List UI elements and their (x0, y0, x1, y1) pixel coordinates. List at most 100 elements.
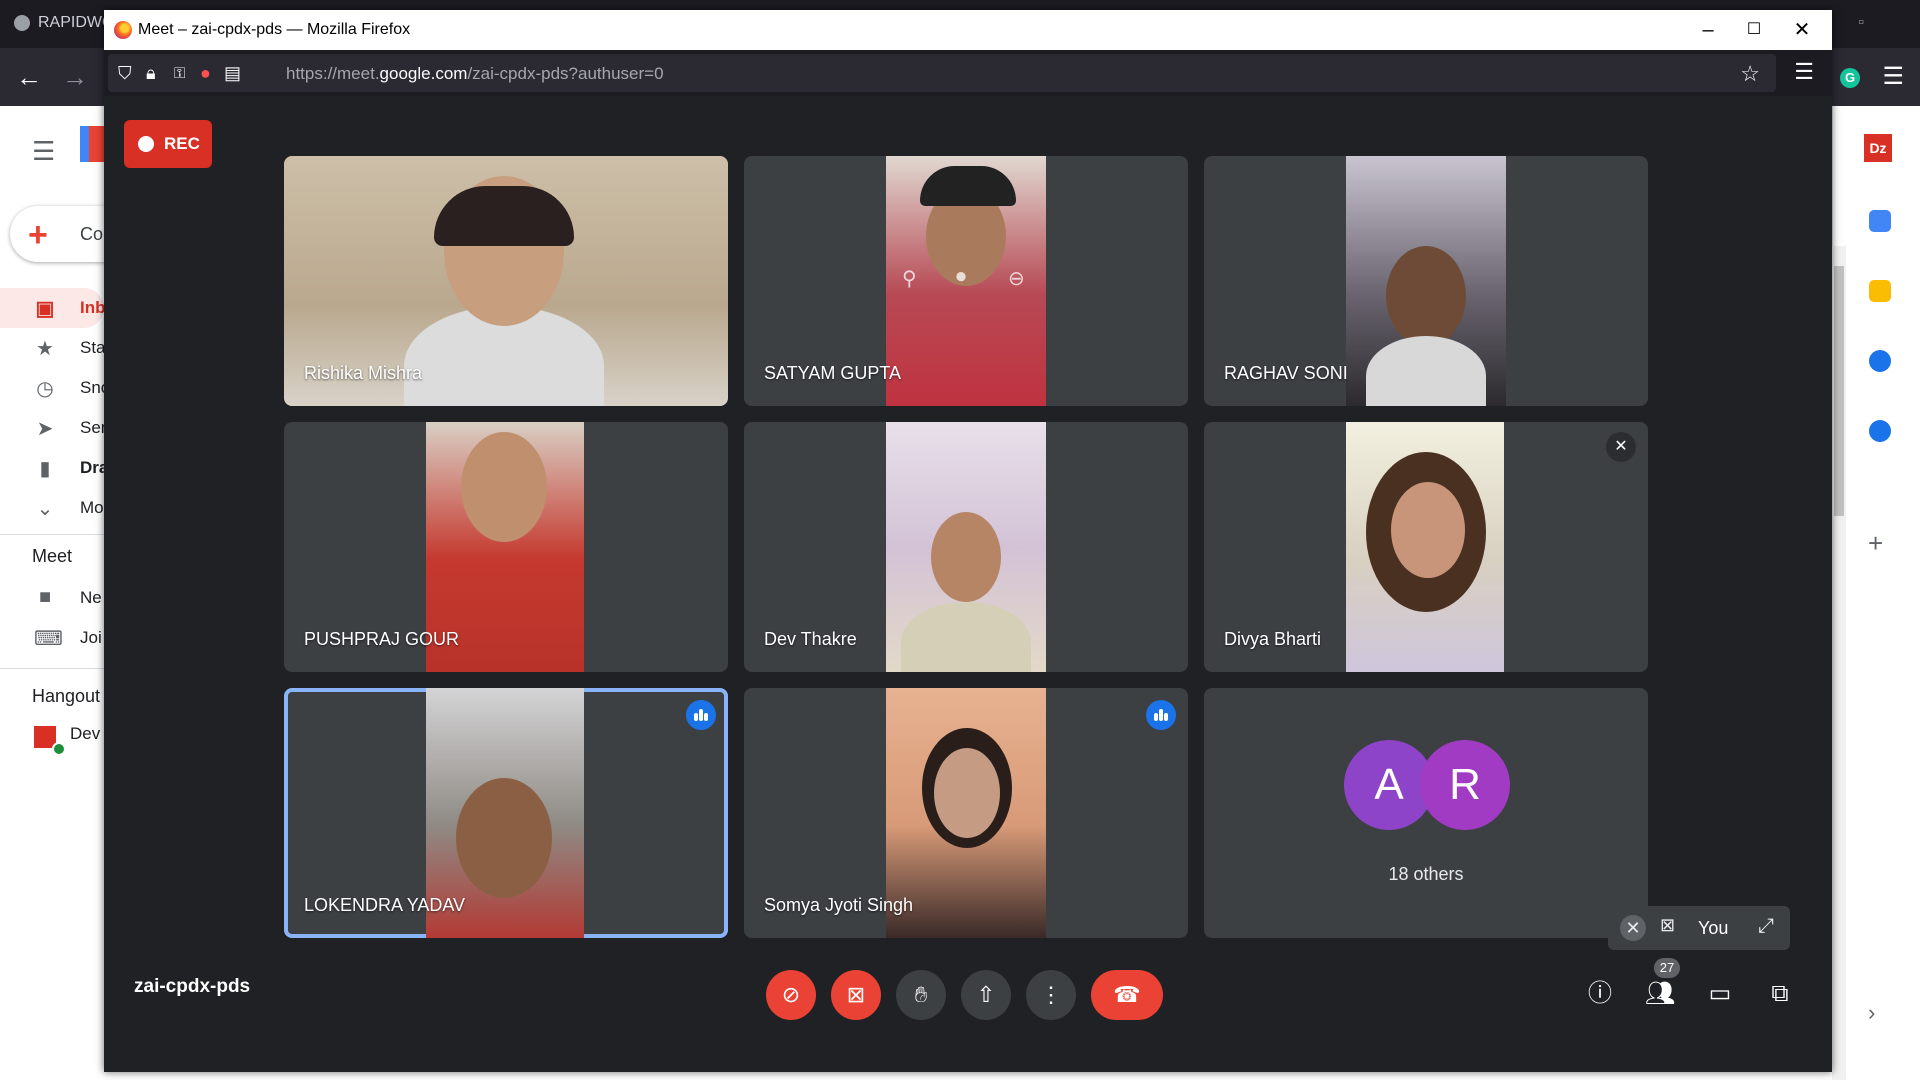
permissions-icon[interactable]: ⚿ (174, 65, 185, 82)
lock-icon[interactable]: 🔒︎ (146, 63, 156, 84)
participant-cap (920, 166, 1016, 206)
camera-off-icon[interactable]: ⊠ (831, 970, 881, 1020)
muted-mic-icon: ✕ (1606, 432, 1636, 462)
background-window-title: RAPIDWO (14, 14, 114, 32)
participant-name: SATYAM GUPTA (764, 363, 902, 383)
pin-icon[interactable]: ⚲ (902, 266, 917, 291)
window-title: Meet – zai-cpdx-pds — Mozilla Firefox (138, 21, 411, 38)
forward-arrow-icon[interactable]: → (62, 62, 88, 93)
sidebar-item-label: Ne (80, 588, 102, 607)
chevron-right-icon[interactable]: › (1868, 1000, 1875, 1026)
sidebar-item-snoozed[interactable]: ◷ Sno (0, 368, 104, 408)
sidebar-item-more[interactable]: ⌄ Mo (0, 488, 104, 528)
grammarly-extension-icon[interactable]: G (1840, 68, 1860, 88)
hamburger-menu-icon[interactable]: ☰ (1882, 62, 1904, 91)
participant-tile[interactable]: Somya Jyoti Singh (744, 688, 1188, 938)
sidebar-item-sent[interactable]: ➤ Sen (0, 408, 104, 448)
sidebar-item-drafts[interactable]: ▮ Dra (0, 448, 104, 488)
participant-tile[interactable]: ⚲ ⏺ ⊖ SATYAM GUPTA (744, 156, 1188, 406)
participant-video (1346, 422, 1504, 672)
self-view[interactable]: ✕ ⊠ You ⤢ (1608, 906, 1790, 950)
mic-off-icon[interactable]: ⊘ (766, 970, 816, 1020)
calendar-icon[interactable] (1869, 210, 1891, 232)
participant-tile[interactable]: Dev Thakre (744, 422, 1188, 672)
app-menu-icon[interactable]: ☰ (1794, 59, 1814, 85)
background-window-title-text: RAPIDWO (38, 14, 115, 31)
participant-body (901, 602, 1031, 672)
chevron-down-icon: ⌄ (36, 498, 54, 520)
participant-name: PUSHPRAJ GOUR (304, 629, 460, 649)
microphone-icon[interactable]: ● (200, 63, 211, 84)
mute-participant-icon[interactable]: ⏺ (956, 266, 966, 289)
meeting-code: zai-cpdx-pds (134, 976, 251, 997)
account-avatar[interactable]: Dz (1864, 134, 1892, 162)
meet-new-meeting[interactable]: ■ Ne (0, 578, 104, 618)
more-options-icon[interactable]: ⋮ (1026, 970, 1076, 1020)
others-tile[interactable]: A R 18 others (1204, 688, 1648, 938)
sidebar-item-label: Sen (80, 418, 104, 437)
participant-head (456, 778, 552, 898)
close-icon[interactable]: ✕ (1782, 16, 1822, 44)
activities-icon[interactable]: ⧉ (1760, 974, 1800, 1014)
info-icon[interactable]: ⓘ (1580, 974, 1620, 1014)
keep-icon[interactable] (1869, 280, 1891, 302)
raise-hand-icon[interactable]: ✋︎ (896, 970, 946, 1020)
participant-tile[interactable]: RAGHAV SONI (1204, 156, 1648, 406)
reader-view-icon[interactable]: ▤ (224, 63, 241, 84)
participant-body (1366, 336, 1486, 406)
scrollbar-thumb[interactable] (1834, 266, 1844, 516)
participant-tile[interactable]: PUSHPRAJ GOUR (284, 422, 728, 672)
people-icon[interactable]: 👥︎ (1640, 974, 1680, 1014)
scrollbar[interactable] (1832, 246, 1846, 1080)
firefox-logo-icon (114, 21, 132, 39)
expand-icon[interactable]: ⤢ (1758, 915, 1774, 938)
mic-off-icon: ✕ (1620, 915, 1646, 941)
recording-indicator: REC (124, 120, 212, 168)
remove-participant-icon[interactable]: ⊖ (1008, 266, 1025, 291)
divider (0, 534, 104, 535)
participant-name: LOKENDRA YADAV (304, 895, 466, 915)
tasks-icon[interactable] (1869, 350, 1891, 372)
hangouts-contact[interactable]: Dev (0, 714, 104, 754)
participant-name: Rishika Mishra (304, 363, 423, 383)
address-bar[interactable]: ⛉ 🔒︎ ⚿ ● ▤ https://meet.google.com/zai-c… (108, 54, 1776, 92)
draft-icon: ▮ (39, 458, 51, 480)
participant-head (461, 432, 547, 542)
participant-tile[interactable]: ✕ Divya Bharti (1204, 422, 1648, 672)
hang-up-icon[interactable]: ☎︎ (1091, 970, 1163, 1020)
participant-name: Divya Bharti (1224, 629, 1322, 649)
main-menu-icon[interactable]: ☰ (32, 136, 55, 167)
gmail-side-panel: Dz + › (1832, 106, 1920, 1080)
participant-tile-active[interactable]: LOKENDRA YADAV (284, 688, 728, 938)
add-addon-icon[interactable]: + (1868, 528, 1883, 559)
address-bar-row: ⛉ 🔒︎ ⚿ ● ▤ https://meet.google.com/zai-c… (104, 50, 1832, 96)
participant-count-badge: 27 (1654, 958, 1680, 978)
sidebar-item-starred[interactable]: ★ Sta (0, 328, 104, 368)
recording-label: REC (164, 134, 200, 153)
chat-icon[interactable]: ▭ (1700, 974, 1740, 1014)
meet-join-meeting[interactable]: ⌨ Joi (0, 618, 104, 658)
participant-name: Dev Thakre (764, 629, 857, 649)
plus-icon: + (28, 216, 48, 254)
bookmark-star-icon[interactable]: ☆ (1740, 61, 1760, 87)
video-camera-icon: ■ (38, 586, 52, 608)
minimize-icon[interactable]: – (1688, 16, 1728, 44)
compose-button[interactable]: + Co (10, 206, 104, 262)
participant-tile[interactable]: Rishika Mishra (284, 156, 728, 406)
present-screen-icon[interactable]: ⇧ (961, 970, 1011, 1020)
shield-icon[interactable]: ⛉ (118, 63, 132, 84)
app-logo-icon (14, 15, 30, 31)
participant-head (931, 512, 1001, 602)
send-icon: ➤ (36, 418, 54, 440)
star-icon: ★ (36, 338, 54, 360)
contacts-icon[interactable] (1869, 420, 1891, 442)
sidebar-item-inbox[interactable]: ▣ Inb (0, 288, 104, 328)
back-arrow-icon[interactable]: ← (16, 62, 42, 93)
others-count-label: 18 others (1388, 864, 1464, 884)
maximize-icon[interactable]: ☐ (1734, 16, 1774, 44)
gmail-sidebar: ☰ + Co ▣ Inb ★ Sta ◷ Sno ➤ Sen ▮ Dra ⌄ M… (0, 106, 104, 1080)
url-text[interactable]: https://meet.google.com/zai-cpdx-pds?aut… (286, 64, 664, 84)
participant-head (1391, 482, 1465, 578)
headphones (434, 186, 574, 246)
sidebar-item-label: Mo (80, 498, 104, 517)
